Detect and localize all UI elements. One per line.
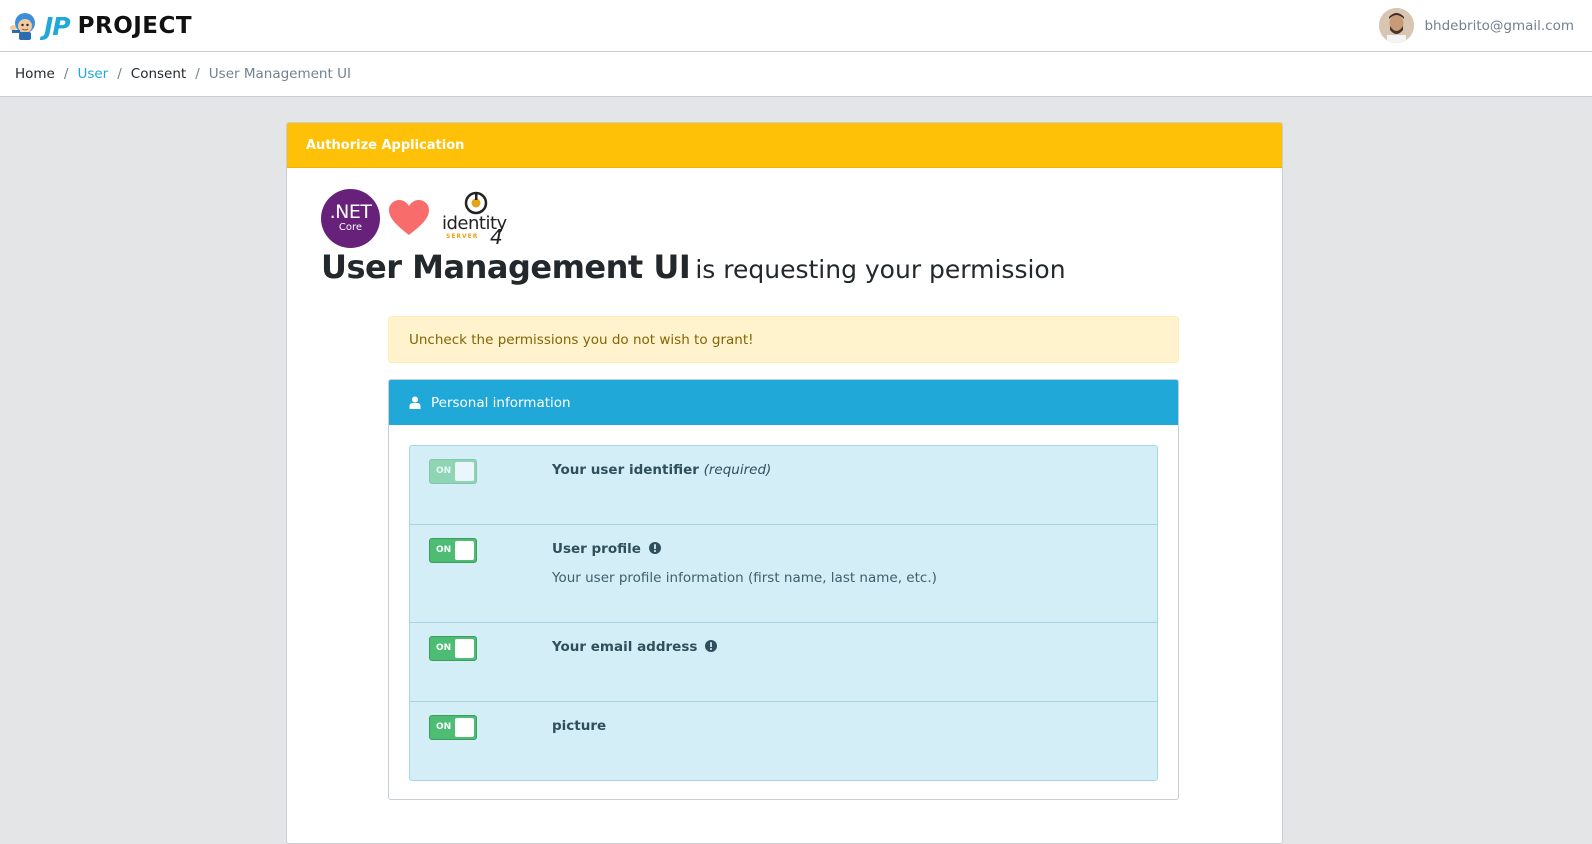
- panel-title: Personal information: [431, 394, 571, 411]
- identityserver-logo: identity SERVER 4: [442, 189, 514, 249]
- scope-description: Your user profile information (first nam…: [552, 570, 937, 586]
- info-icon[interactable]: [705, 640, 718, 652]
- scope-title: picture: [552, 718, 606, 734]
- heart-icon: [389, 200, 429, 235]
- scope-item-user-identifier: ON Your user identifier (required): [410, 446, 1157, 525]
- scope-title: Your email address: [552, 639, 718, 655]
- breadcrumb-separator: /: [195, 66, 200, 82]
- breadcrumb-consent[interactable]: Consent: [131, 66, 186, 82]
- avatar-image: [1379, 8, 1415, 43]
- consent-title: User Management UI is requesting your pe…: [321, 248, 1066, 286]
- breadcrumb-user[interactable]: User: [77, 66, 108, 82]
- scope-item-user-profile: ON User profile Your user profile inform…: [410, 525, 1157, 623]
- alert-text: Uncheck the permissions you do not wish …: [409, 331, 754, 348]
- scope-toggle-user-identifier[interactable]: ON: [429, 459, 477, 484]
- toggle-knob: [455, 639, 474, 658]
- scope-title-text: User profile: [552, 541, 641, 557]
- avatar[interactable]: [1379, 8, 1415, 43]
- toggle-knob: [455, 718, 474, 737]
- brand-project: PROJECT: [77, 13, 193, 39]
- user-menu[interactable]: bhdebrito@gmail.com: [1379, 8, 1574, 43]
- scope-toggle-email[interactable]: ON: [429, 636, 477, 661]
- scope-item-email: ON Your email address: [410, 623, 1157, 702]
- scope-item-picture: ON picture: [410, 702, 1157, 780]
- breadcrumb-separator: /: [117, 66, 122, 82]
- consent-warning-alert: Uncheck the permissions you do not wish …: [388, 316, 1179, 363]
- scope-toggle-user-profile[interactable]: ON: [429, 538, 477, 563]
- toggle-on-label: ON: [436, 466, 452, 476]
- scope-required-label: (required): [703, 462, 772, 478]
- brand-logo[interactable]: JP PROJECT: [8, 10, 192, 42]
- brand-jp: JP: [44, 11, 71, 41]
- dotnet-logo-title: .NET: [329, 200, 372, 223]
- client-logos: .NET Core identity SERVER 4: [321, 187, 514, 249]
- user-email[interactable]: bhdebrito@gmail.com: [1424, 18, 1574, 34]
- info-icon[interactable]: [648, 542, 661, 554]
- card-header: Authorize Application: [287, 123, 1282, 168]
- breadcrumb-separator: /: [63, 66, 69, 82]
- identity-logo-server: SERVER: [446, 233, 479, 240]
- toggle-knob: [455, 462, 474, 481]
- client-name: User Management UI: [321, 248, 691, 286]
- scope-title-text: Your user identifier: [552, 462, 699, 478]
- request-text: is requesting your permission: [695, 255, 1066, 284]
- identity-logo-version: 4: [490, 225, 503, 249]
- authorize-card: Authorize Application .NET Core identity…: [286, 122, 1283, 844]
- scope-title: Your user identifier (required): [552, 462, 771, 478]
- toggle-on-label: ON: [436, 545, 452, 555]
- panel-header: Personal information: [389, 380, 1178, 425]
- scope-list: ON Your user identifier (required) ON Us…: [409, 445, 1158, 781]
- breadcrumb-home[interactable]: Home: [15, 66, 55, 82]
- user-icon: [409, 396, 421, 409]
- scope-title: User profile: [552, 541, 661, 557]
- top-navbar: JP PROJECT bhdebrito@gmail.com: [0, 0, 1592, 52]
- toggle-on-label: ON: [436, 722, 452, 732]
- breadcrumb-current: User Management UI: [208, 66, 351, 82]
- scope-title-text: Your email address: [552, 639, 698, 655]
- toggle-on-label: ON: [436, 643, 452, 653]
- dotnet-logo-subtitle: Core: [338, 221, 363, 233]
- toggle-knob: [455, 541, 474, 560]
- scope-toggle-picture[interactable]: ON: [429, 715, 477, 740]
- dotnet-core-logo: .NET Core: [321, 188, 380, 248]
- identityserver-emblem-icon: [464, 191, 488, 215]
- scope-title-text: picture: [552, 718, 607, 734]
- personal-information-panel: Personal information ON Your user identi…: [388, 379, 1179, 800]
- breadcrumb: Home / User / Consent / User Management …: [0, 52, 1592, 97]
- mascot-icon: [10, 13, 35, 40]
